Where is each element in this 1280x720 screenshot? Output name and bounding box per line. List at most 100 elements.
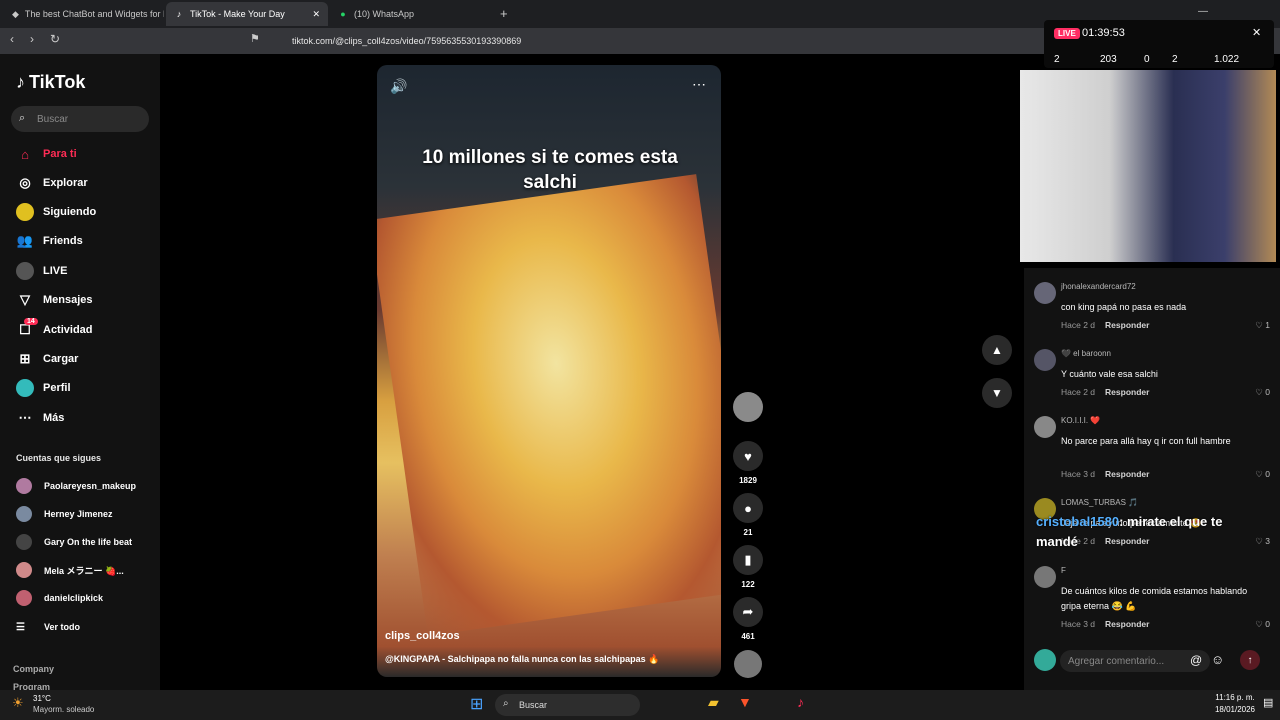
weather-icon: ☀ [12,695,24,710]
creator-avatar-button[interactable] [733,392,763,422]
tab-chatbot[interactable]: ◆ The best ChatBot and Widgets for Ki [4,2,164,26]
new-tab-icon[interactable]: + [500,6,508,21]
tab-favicon-icon: ◆ [12,8,19,19]
close-tab-icon[interactable]: ✕ [312,9,320,20]
brave-icon[interactable]: ▼ [738,694,752,710]
next-video-button[interactable]: ▼ [982,378,1012,408]
following-account[interactable]: Gary On the life beat [16,533,132,551]
share-icon: ➦ [733,597,763,627]
see-all-link[interactable]: ☰ Ver todo [16,618,80,636]
tiktok-favicon-icon: ♪ [176,9,182,19]
more-icon: ⋯ [18,410,32,425]
search-input[interactable]: ⌕ Buscar [11,106,149,132]
live-avatar-icon [16,262,34,280]
more-options-icon[interactable]: ⋯ [692,76,706,93]
reply-button[interactable]: Responder [1105,387,1149,397]
taskbar [0,690,1280,720]
music-avatar-button[interactable] [733,650,763,678]
share-button[interactable]: ➦ 461 [733,597,763,641]
comment-like-button[interactable]: ♡ 1 [1255,320,1270,331]
nav-more[interactable]: ⋯ Más [16,408,65,428]
nav-following[interactable]: Siguiendo [16,202,96,222]
comment-input[interactable]: Agregar comentario... [1060,650,1210,672]
save-button[interactable]: ▮ 122 [733,545,763,589]
footer-company[interactable]: Company [13,664,54,674]
close-icon[interactable]: ✕ [1252,26,1261,39]
footer-program[interactable]: Program [13,682,50,690]
video-description: @KINGPAPA - Salchipapa no falla nunca co… [385,654,660,664]
avatar [16,534,32,550]
clock-date: 18/01/2026 [1214,705,1256,714]
reply-button[interactable]: Responder [1105,619,1149,629]
message-icon: ▽ [20,292,30,307]
stream-status-widget: LIVE 01:39:53 2 203 0 2 1.022 ✕ [1044,20,1274,68]
comment-item: KO.I.I.I. ❤️ No parce para allá hay q ir… [1034,416,1270,486]
url-field[interactable]: tiktok.com/@clips_coll4zos/video/7595635… [272,32,992,50]
search-icon: ⌕ [503,698,509,709]
chevron-down-icon: ▼ [991,386,1003,400]
nav-profile[interactable]: Perfil [16,378,71,398]
tiktok-logo[interactable]: ♪ TikTok [16,72,85,93]
tab-whatsapp[interactable]: ● (10) WhatsApp [330,2,490,26]
folder-icon[interactable]: ▰ [708,694,719,711]
post-comment-button[interactable]: ↑ [1240,650,1260,670]
notification-icon[interactable]: ▤ [1263,696,1273,709]
avatar [16,562,32,578]
nav-live[interactable]: LIVE [16,261,67,281]
volume-icon[interactable]: 🔊 [390,78,407,95]
nav-upload[interactable]: ⊞ Cargar [16,349,79,369]
avatar [1034,282,1056,304]
stream-stat-followers: 2 [1172,54,1178,65]
emoji-icon[interactable]: ☺ [1211,652,1224,667]
comment-like-button[interactable]: ♡ 0 [1255,619,1270,630]
chevron-up-icon: ▲ [991,343,1003,357]
following-section-title: Cuentas que sigues [16,453,102,463]
comment-item: 🖤 el baroonn Y cuánto vale esa salchi Ha… [1034,349,1270,405]
arrow-up-icon: ↑ [1247,654,1253,666]
avatar [1034,349,1056,371]
reply-button[interactable]: Responder [1105,320,1149,330]
following-account[interactable]: danielclipkick [16,589,103,607]
profile-avatar-icon [16,379,34,397]
clock-time: 11:16 p. m. [1215,693,1255,702]
avatar [16,478,32,494]
nav-for-you[interactable]: ⌂ Para ti [16,144,77,164]
comment-like-button[interactable]: ♡ 0 [1255,387,1270,398]
following-account[interactable]: Mela メラニー 🍓... [16,561,124,579]
bookmark-icon[interactable]: ⚑ [250,32,260,45]
reply-button[interactable]: Responder [1105,469,1149,479]
activity-badge: 14 [24,318,38,325]
weather-text: Mayorm. soleado [33,705,95,714]
nav-explore[interactable]: ◎ Explorar [16,173,87,193]
following-account[interactable]: Herney Jimenez [16,505,113,523]
comment-icon: ● [733,493,763,523]
video-author[interactable]: clips_coll4zos [385,630,460,642]
windows-start-icon[interactable]: ⊞ [470,694,483,714]
taskbar-search[interactable]: ⌕ Buscar [495,694,640,716]
following-account[interactable]: Paolareyesn_makeup [16,477,136,495]
nav-activity[interactable]: ☐ Actividad 14 [16,318,93,340]
following-avatar-icon [16,203,34,221]
comment-like-button[interactable]: ♡ 0 [1255,469,1270,480]
nav-friends[interactable]: 👥 Friends [16,231,83,251]
tab-tiktok[interactable]: ♪ TikTok - Make Your Day ✕ [166,2,328,26]
tiktok-app-icon[interactable]: ♪ [797,694,804,710]
previous-video-button[interactable]: ▲ [982,335,1012,365]
food-tray-image [377,174,721,636]
friends-icon: 👥 [16,233,34,248]
weather-temp: 31°C [33,694,51,703]
comment-button[interactable]: ● 21 [733,493,763,537]
avatar [1034,649,1056,671]
comment-like-button[interactable]: ♡ 3 [1255,536,1270,547]
back-icon[interactable]: ‹ [10,32,14,46]
minimize-icon[interactable]: — [1198,6,1208,17]
avatar [733,392,763,422]
nav-messages[interactable]: ▽ Mensajes [16,290,93,310]
stream-stat-viewers: 203 [1100,54,1117,65]
mention-icon[interactable]: @ [1190,653,1202,667]
compass-icon: ◎ [19,175,31,190]
like-button[interactable]: ♥ 1829 [733,441,763,485]
forward-icon[interactable]: › [30,32,34,46]
heart-icon: ♥ [733,441,763,471]
reload-icon[interactable]: ↻ [50,32,60,46]
